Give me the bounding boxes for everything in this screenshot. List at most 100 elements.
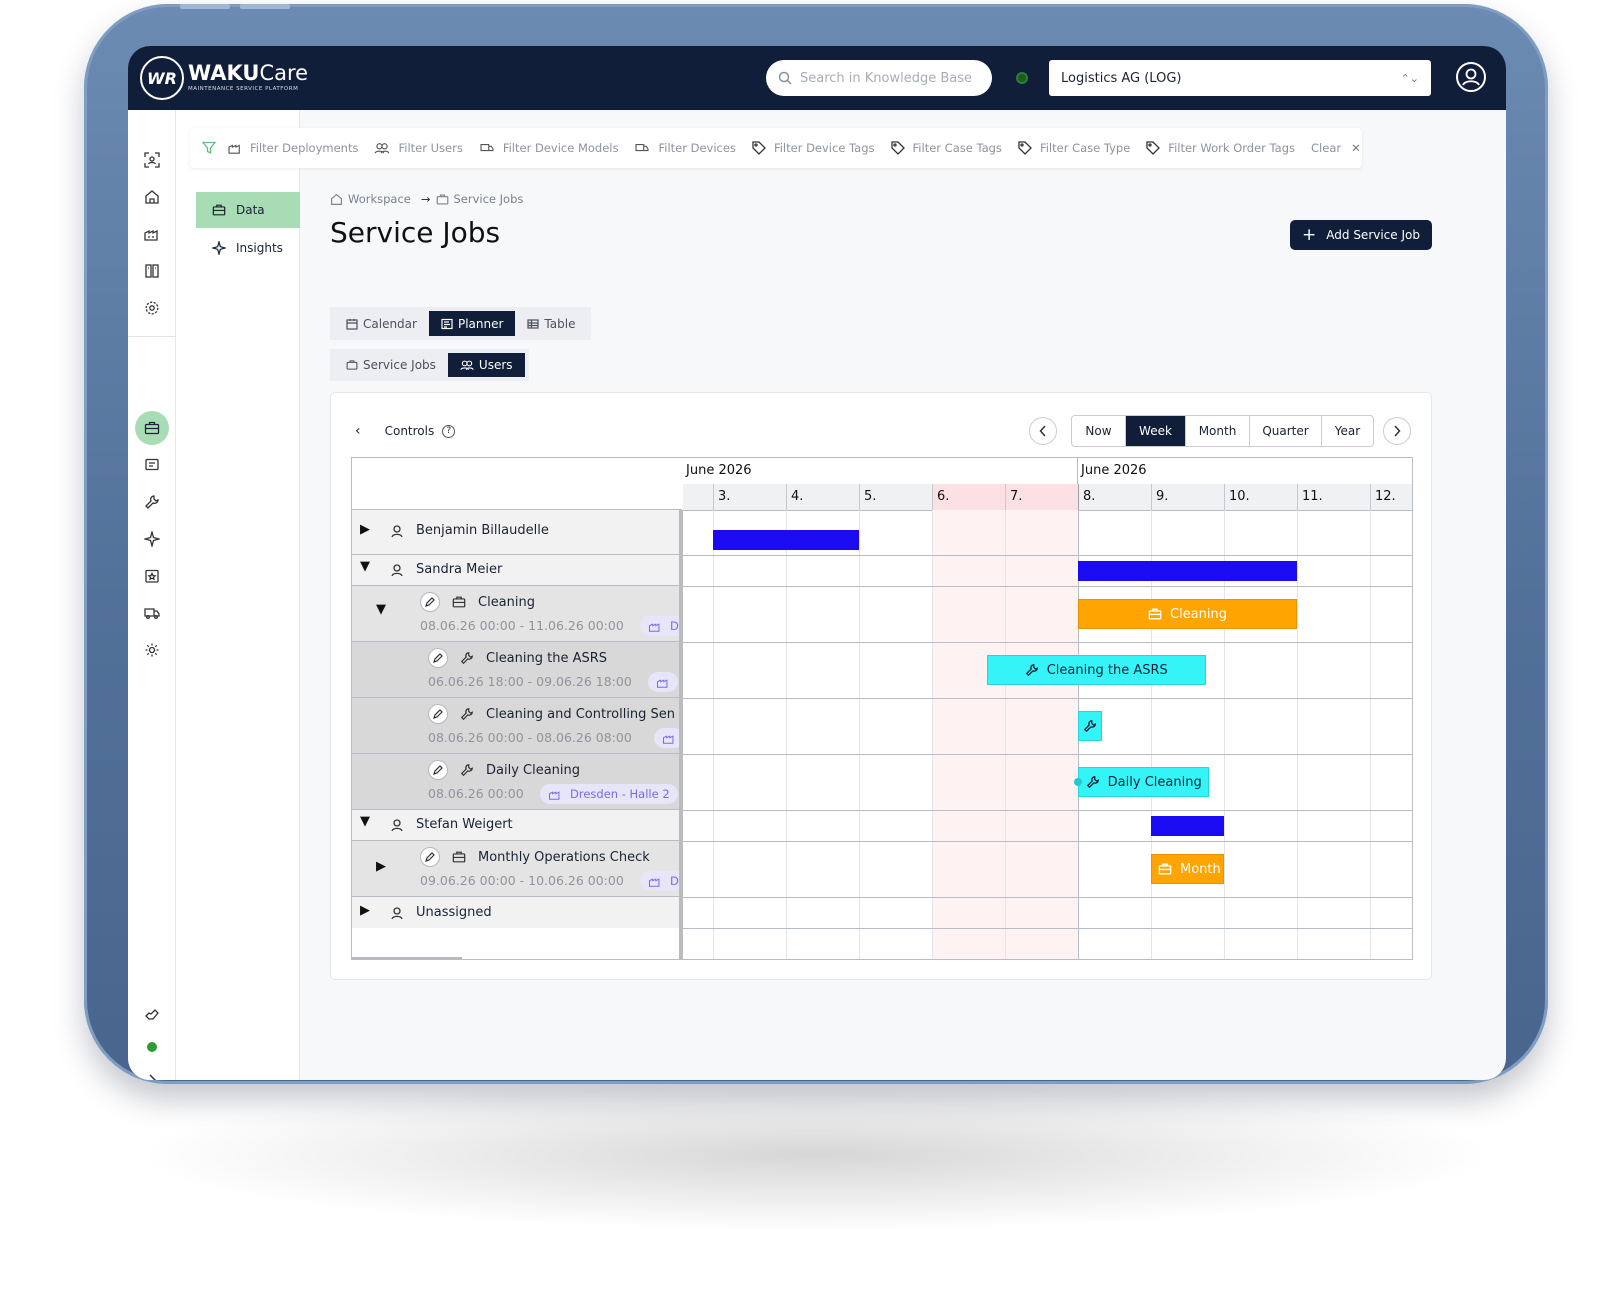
filter-device-tags[interactable]: Filter Device Tags (752, 141, 875, 155)
chevron-right-icon[interactable] (142, 1070, 162, 1080)
edit-icon[interactable] (428, 648, 448, 668)
range-week-button[interactable]: Week (1125, 416, 1185, 446)
day-column[interactable] (1297, 510, 1370, 959)
filter-users[interactable]: Filter Users (374, 141, 463, 155)
briefcase-icon (212, 204, 226, 216)
job-row[interactable]: ▼ Cleaning 08.06.26 00:00 - 11.06.26 00:… (352, 586, 679, 642)
location-tag[interactable]: Dresden - Halle 2 (540, 784, 678, 804)
add-service-job-label: Add Service Job (1326, 228, 1420, 242)
edit-icon[interactable] (428, 704, 448, 724)
collapse-triangle-icon[interactable]: ▼ (360, 814, 370, 829)
edit-icon[interactable] (428, 760, 448, 780)
day-column[interactable] (1005, 510, 1078, 959)
location-tag[interactable]: D (640, 871, 679, 891)
factory-icon (662, 734, 674, 744)
day-column[interactable] (932, 510, 1005, 959)
job-bar[interactable]: Cleaning (1078, 599, 1297, 629)
settings-icon[interactable] (142, 298, 162, 318)
tab-calendar[interactable]: Calendar (334, 311, 429, 336)
prev-range-button[interactable] (1029, 417, 1057, 445)
search-icon (778, 71, 792, 85)
tab-group-users[interactable]: Users (447, 353, 525, 377)
edit-icon[interactable] (420, 847, 440, 867)
user-bar[interactable] (713, 530, 859, 550)
day-column[interactable] (786, 510, 859, 959)
day-column[interactable] (859, 510, 932, 959)
tab-planner[interactable]: Planner (428, 311, 516, 336)
collapse-triangle-icon[interactable]: ▼ (376, 602, 386, 617)
filter-devices[interactable]: Filter Devices (634, 141, 736, 155)
range-year-button[interactable]: Year (1321, 416, 1373, 446)
user-row[interactable]: ▼ Stefan Weigert (352, 810, 679, 841)
range-month-button[interactable]: Month (1185, 416, 1249, 446)
location-tag[interactable] (648, 672, 678, 692)
scan-icon[interactable] (142, 150, 162, 170)
knowledge-search[interactable] (766, 60, 992, 96)
dependency-handle[interactable] (1074, 778, 1082, 786)
day-header: 4. (786, 484, 859, 510)
controls-label[interactable]: Controls (385, 424, 435, 438)
user-row[interactable]: ▶ Benjamin Billaudelle (352, 510, 679, 555)
filter-work-order-tags[interactable]: Filter Work Order Tags (1146, 141, 1295, 155)
factory-icon[interactable] (142, 224, 162, 244)
filter-deployments[interactable]: Filter Deployments (228, 141, 358, 155)
tab-group-service-jobs[interactable]: Service Jobs (334, 353, 448, 377)
filter-case-type[interactable]: Filter Case Type (1018, 141, 1130, 155)
user-bar[interactable] (1078, 561, 1297, 581)
range-now-button[interactable]: Now (1072, 416, 1125, 446)
job-bar[interactable]: Month (1151, 854, 1224, 884)
wrench-icon[interactable] (142, 492, 162, 512)
collapse-triangle-icon[interactable]: ▼ (360, 559, 370, 574)
collapse-chevron-icon[interactable]: ‹ (355, 423, 361, 439)
help-icon[interactable]: ? (442, 424, 456, 438)
subnav-item-data[interactable]: Data (196, 192, 300, 228)
add-service-job-button[interactable]: + Add Service Job (1290, 220, 1432, 250)
cog-icon[interactable] (142, 640, 162, 660)
tab-table[interactable]: Table (515, 311, 587, 336)
chevron-right-icon (1394, 425, 1401, 437)
star-calendar-icon[interactable] (142, 566, 162, 586)
task-row[interactable]: Cleaning and Controlling Sen 08.06.26 00… (352, 698, 679, 754)
task-bar[interactable] (1078, 711, 1103, 741)
task-row[interactable]: Cleaning the ASRS 06.06.26 18:00 - 09.06… (352, 642, 679, 698)
search-input[interactable] (800, 70, 980, 86)
cases-icon[interactable] (142, 455, 162, 475)
task-row[interactable]: Daily Cleaning 08.06.26 00:00 Dresden - … (352, 754, 679, 810)
service-jobs-icon[interactable] (142, 418, 162, 438)
subnav-item-insights[interactable]: Insights (196, 230, 300, 266)
clear-filters-button[interactable]: Clear ✕ (1311, 141, 1361, 155)
user-row[interactable]: ▼ Sandra Meier (352, 555, 679, 586)
breadcrumb-root[interactable]: Workspace (348, 192, 411, 206)
profile-icon[interactable] (1456, 62, 1486, 92)
expand-triangle-icon[interactable]: ▶ (376, 859, 386, 874)
home-icon[interactable] (142, 187, 162, 207)
edit-icon[interactable] (420, 592, 440, 612)
device-models-icon[interactable] (142, 261, 162, 281)
next-range-button[interactable] (1383, 417, 1411, 445)
app-logo[interactable]: WR WAKUCare MAINTENANCE SERVICE PLATFORM (140, 56, 308, 100)
user-bar[interactable] (1151, 816, 1224, 836)
user-row[interactable]: ▶ Unassigned (352, 897, 679, 928)
expand-triangle-icon[interactable]: ▶ (360, 522, 370, 537)
task-bar[interactable]: Daily Cleaning (1078, 767, 1210, 797)
briefcase-icon (452, 596, 466, 608)
hand-icon[interactable] (142, 1005, 162, 1025)
sparkle-icon[interactable] (142, 529, 162, 549)
row-divider (683, 754, 1412, 755)
filter-case-tags[interactable]: Filter Case Tags (890, 141, 1002, 155)
day-column[interactable] (1370, 510, 1412, 959)
job-row[interactable]: ▶ Monthly Operations Check 09.06.26 00:0… (352, 841, 679, 897)
bar-label: Cleaning the ASRS (1046, 662, 1168, 678)
location-tag[interactable]: D (640, 616, 679, 636)
truck-icon[interactable] (142, 603, 162, 623)
tenant-select[interactable]: Logistics AG (LOG) ⌃⌄ (1049, 60, 1431, 96)
job-dates: 08.06.26 00:00 - 11.06.26 00:00 (420, 618, 624, 633)
icon-rail (128, 110, 176, 1080)
expand-triangle-icon[interactable]: ▶ (360, 903, 370, 918)
day-column[interactable] (713, 510, 786, 959)
location-tag[interactable] (654, 728, 679, 748)
filter-device-models[interactable]: Filter Device Models (479, 141, 618, 155)
task-bar[interactable]: Cleaning the ASRS (986, 655, 1206, 685)
horizontal-scrollbar[interactable] (352, 957, 462, 959)
range-quarter-button[interactable]: Quarter (1249, 416, 1321, 446)
